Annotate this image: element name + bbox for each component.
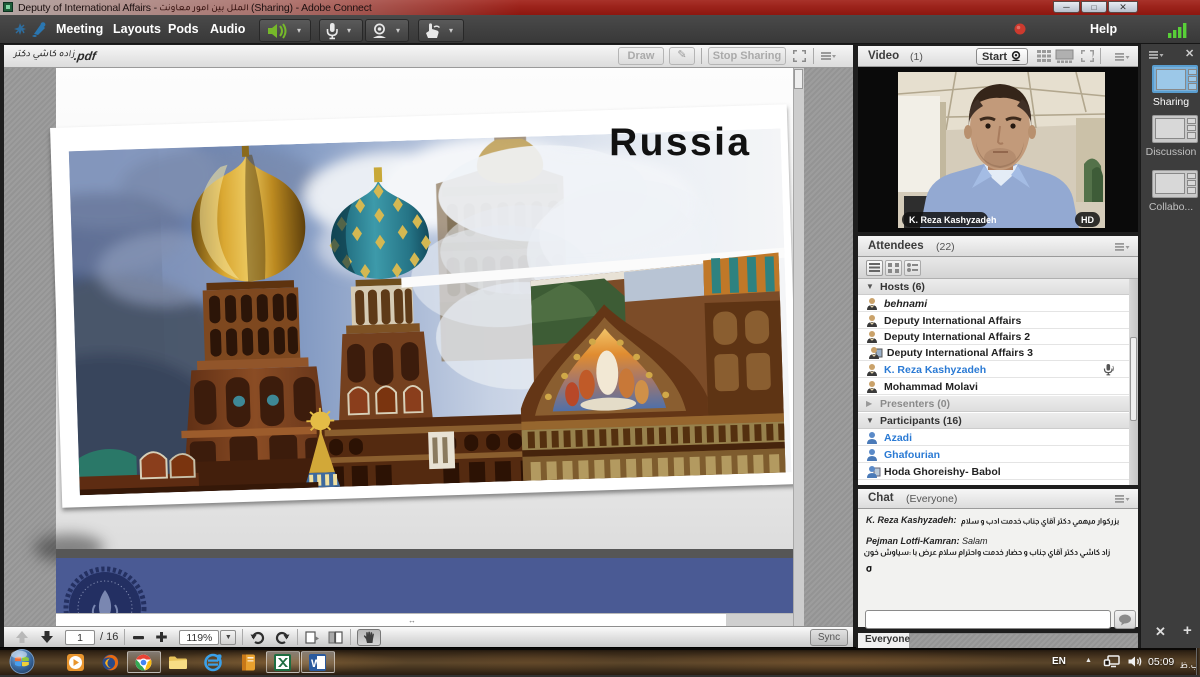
svg-text:K. Reza Kashyzadeh: K. Reza Kashyzadeh xyxy=(909,215,997,225)
svg-text:HD: HD xyxy=(1081,215,1094,225)
svg-text:W: W xyxy=(311,658,322,670)
